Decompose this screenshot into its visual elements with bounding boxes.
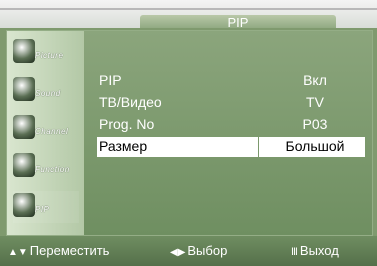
row-value: Вкл xyxy=(303,72,327,88)
menu-icon: Ⅲ xyxy=(291,247,298,258)
hint-exit-label: Выход xyxy=(299,243,339,258)
footer-hints: ▲▼ Переместить ◀▶ Выбор Ⅲ Выход xyxy=(0,236,377,266)
title-bar: PIP xyxy=(0,0,377,28)
channel-icon xyxy=(13,115,35,139)
leftright-arrows-icon: ◀▶ xyxy=(170,247,186,258)
sidebar-item-label: Sound xyxy=(35,89,61,98)
row-value: P03 xyxy=(302,116,328,132)
row-label: ТВ/Видео xyxy=(99,94,162,110)
menu-row-prog-no[interactable]: Prog. No P03 xyxy=(97,115,365,135)
sidebar-item-picture[interactable]: Picture xyxy=(13,37,79,69)
hint-select-label: Выбор xyxy=(187,243,228,258)
pip-icon xyxy=(13,193,35,217)
hint-move-label: Переместить xyxy=(29,243,110,258)
sidebar-item-label: Function xyxy=(35,165,70,174)
picture-icon xyxy=(13,39,35,63)
row-value: TV xyxy=(306,94,324,110)
sidebar: Picture Sound Channel Function PIP xyxy=(7,31,84,235)
hint-move: ▲▼ Переместить xyxy=(8,243,109,258)
row-label: Размер xyxy=(99,138,148,154)
sidebar-item-pip[interactable]: PIP xyxy=(13,191,79,223)
menu-title: PIP xyxy=(227,15,249,28)
menu-panel: Picture Sound Channel Function PIP PIP В… xyxy=(6,30,373,236)
row-label: PIP xyxy=(99,72,122,88)
tv-osd-screen: PIP Picture Sound Channel Function PIP P… xyxy=(0,0,377,266)
sidebar-item-function[interactable]: Function xyxy=(13,151,79,183)
sidebar-item-channel[interactable]: Channel xyxy=(13,113,79,145)
menu-row-size[interactable]: Размер Большой xyxy=(97,137,365,157)
hint-exit: Ⅲ Выход xyxy=(291,243,339,258)
menu-row-pip[interactable]: PIP Вкл xyxy=(97,71,365,91)
function-icon xyxy=(13,153,35,177)
sidebar-item-sound[interactable]: Sound xyxy=(13,75,79,107)
row-label: Prog. No xyxy=(99,116,155,132)
sidebar-item-label: Channel xyxy=(35,127,69,136)
updown-arrows-icon: ▲▼ xyxy=(8,247,28,258)
sound-icon xyxy=(13,77,35,101)
menu-row-tv-video[interactable]: ТВ/Видео TV xyxy=(97,93,365,113)
hint-select: ◀▶ Выбор xyxy=(170,243,227,258)
sidebar-item-label: PIP xyxy=(35,205,50,214)
row-value: Большой xyxy=(285,138,345,154)
sidebar-item-label: Picture xyxy=(35,51,64,60)
top-divider xyxy=(0,8,377,10)
